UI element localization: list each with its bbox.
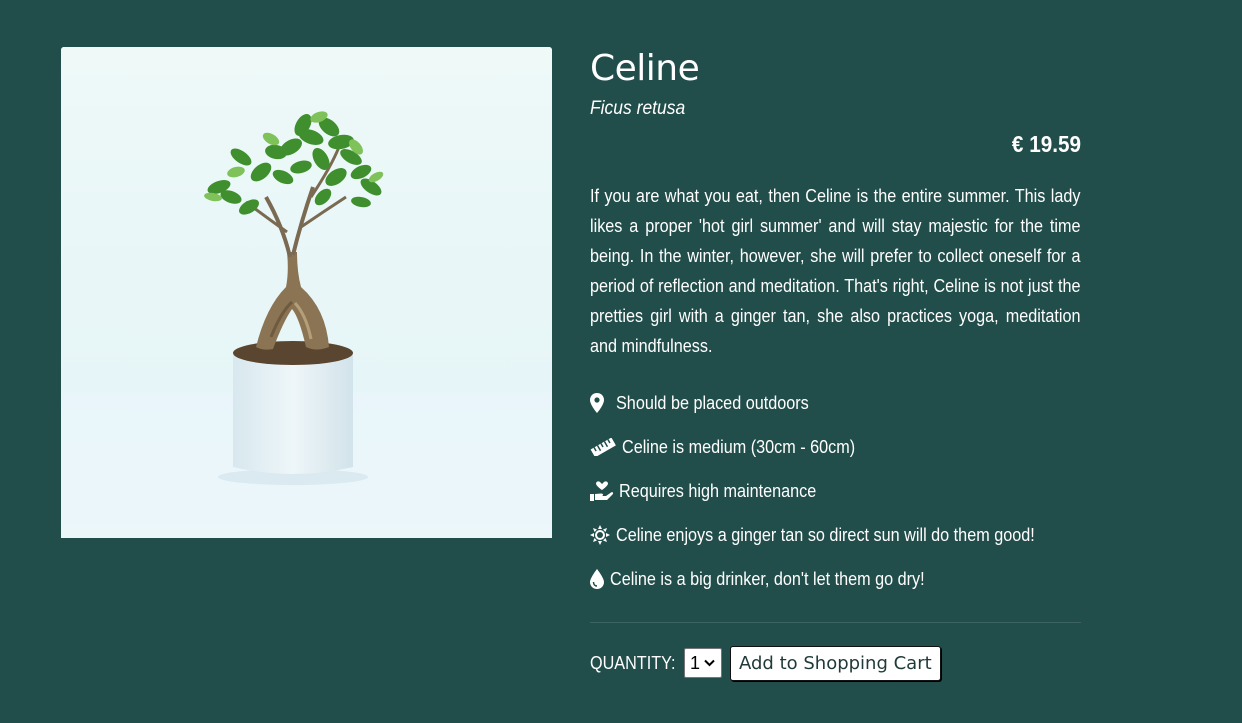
feature-text: Celine is a big drinker, don't let them … <box>610 568 925 589</box>
add-to-cart-form: QUANTITY: 1 Add to Shopping Cart <box>590 645 941 681</box>
feature-text: Celine enjoys a ginger tan so direct sun… <box>615 524 1035 545</box>
feature-text: Should be placed outdoors <box>616 392 809 413</box>
divider <box>590 622 1081 623</box>
feature-text: Celine is medium (30cm - 60cm) <box>622 436 856 457</box>
product-price: € 19.59 <box>1011 131 1081 157</box>
feature-placement: Should be placed outdoors <box>590 381 1081 425</box>
product-title: Celine <box>590 48 700 89</box>
feature-maintenance: Requires high maintenance <box>590 469 1081 513</box>
chevron-down-icon <box>704 659 715 667</box>
feature-sunlight: Celine enjoys a ginger tan so direct sun… <box>590 513 1081 557</box>
ruler-icon <box>590 436 620 458</box>
sun-icon <box>590 524 614 546</box>
product-description: If you are what you eat, then Celine is … <box>590 186 1081 356</box>
quantity-value: 1 <box>690 652 701 673</box>
quantity-select[interactable]: 1 <box>684 648 722 678</box>
feature-text: Requires high maintenance <box>619 480 817 501</box>
feature-list: Should be placed outdoors Celine is medi… <box>590 381 1081 601</box>
map-marker-icon <box>590 392 614 414</box>
feature-watering: Celine is a big drinker, don't let them … <box>590 557 1081 601</box>
product-latin-name: Ficus retusa <box>590 98 686 119</box>
product-image <box>61 47 552 538</box>
add-to-cart-button[interactable]: Add to Shopping Cart <box>730 645 941 681</box>
hand-holding-heart-icon <box>590 480 617 502</box>
quantity-label: QUANTITY: <box>590 652 676 673</box>
water-drop-icon <box>590 568 608 590</box>
feature-size: Celine is medium (30cm - 60cm) <box>590 425 1081 469</box>
product-info: Celine Ficus retusa € 19.59 If you are w… <box>590 47 1081 601</box>
